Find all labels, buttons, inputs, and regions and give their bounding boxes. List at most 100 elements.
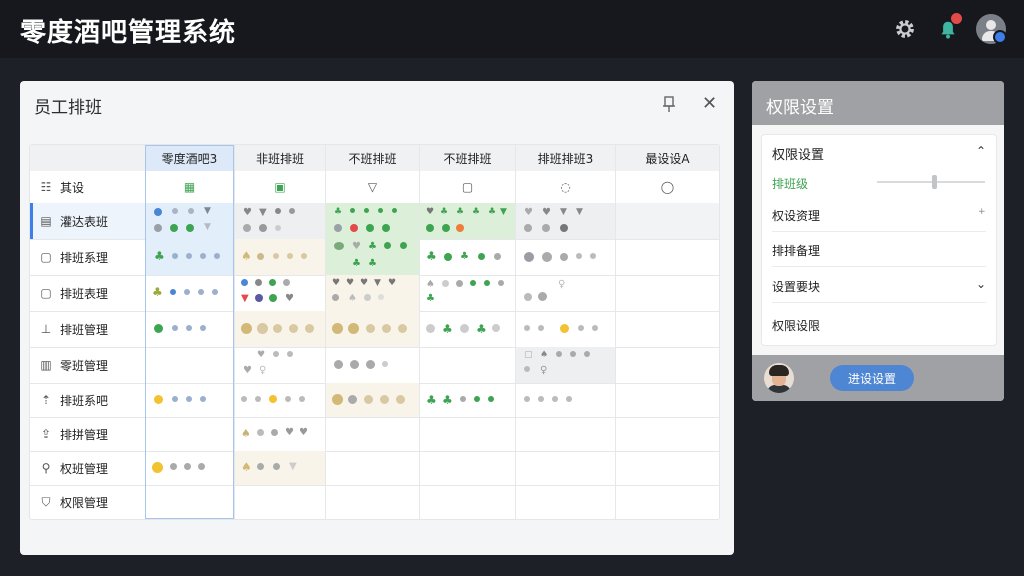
save-settings-button[interactable]: 进设设置: [830, 365, 914, 391]
schedule-cell[interactable]: [515, 383, 615, 417]
schedule-cell[interactable]: ♣: [145, 275, 234, 311]
schedule-cell[interactable]: [615, 311, 719, 347]
slider-handle[interactable]: [932, 175, 937, 189]
schedule-cell[interactable]: ♠: [234, 239, 325, 275]
row-label[interactable]: ▤ 灌达表班: [30, 203, 148, 239]
row-label[interactable]: ▥ 零班管理: [30, 347, 145, 383]
user-avatar-icon[interactable]: [976, 14, 1007, 44]
schedule-cell[interactable]: [515, 311, 615, 347]
schedule-cell[interactable]: [515, 485, 615, 519]
card-title: 权限设置: [772, 148, 825, 163]
close-icon[interactable]: ✕: [702, 93, 717, 114]
chevron-up-icon[interactable]: ⌃: [976, 144, 986, 158]
schedule-cell[interactable]: [515, 239, 615, 275]
slider-track[interactable]: [877, 181, 985, 183]
schedule-cell[interactable]: ♥ ♣ ♣ ♣ ♣ ▼: [419, 203, 515, 239]
document-icon: ▤: [40, 214, 52, 228]
table-row: ▤ 灌达表班 ▼ ▼ ♥ ▼ ♣ ♥ ♣ ♣ ♣ ♣ ▼ ♥ ♥ ▼ ▼: [30, 203, 719, 240]
schedule-cell[interactable]: ♥ ♣ ♣ ♣: [325, 239, 419, 275]
setting-item[interactable]: 排排备理: [772, 242, 820, 259]
row-label[interactable]: ☷ 其设: [30, 171, 145, 203]
upload-icon: ⇡: [40, 393, 52, 407]
setting-item[interactable]: 排班级: [772, 175, 808, 192]
schedule-cell[interactable]: [615, 275, 719, 311]
schedule-cell[interactable]: [145, 485, 234, 519]
row-label[interactable]: ▢ 排班表理: [30, 275, 145, 311]
row-label[interactable]: ⛉ 权限管理: [30, 485, 145, 519]
schedule-cell[interactable]: [615, 417, 719, 451]
schedule-cell[interactable]: [615, 203, 719, 239]
column-header[interactable]: 非班排班: [234, 145, 325, 171]
chevron-down-icon[interactable]: ⌄: [976, 277, 986, 291]
schedule-cell[interactable]: [325, 417, 419, 451]
schedule-cell[interactable]: [615, 485, 719, 519]
schedule-cell[interactable]: ♣: [325, 203, 419, 239]
schedule-cell[interactable]: ▼ ▼: [145, 203, 234, 239]
schedule-cell[interactable]: [615, 347, 719, 383]
schedule-cell[interactable]: ♠ ♥ ♥: [234, 417, 325, 451]
comment-icon[interactable]: ◯: [615, 171, 719, 203]
schedule-cell[interactable]: ♣ ♣: [419, 383, 515, 417]
schedule-cell[interactable]: ♀: [515, 275, 615, 311]
schedule-cell[interactable]: [234, 311, 325, 347]
setting-item[interactable]: 权限设限: [772, 317, 820, 334]
permission-settings-panel: 权限设置 权限设置 ⌃ 排班级 权设资理 + 排排备理 设置要块 ⌄ 权限设限 …: [752, 81, 1004, 401]
schedule-cell[interactable]: [515, 417, 615, 451]
schedule-cell[interactable]: ♣: [145, 239, 234, 275]
schedule-cell[interactable]: [325, 383, 419, 417]
settings-header: 权限设置: [752, 81, 1004, 125]
schedule-cell[interactable]: [419, 485, 515, 519]
plus-icon[interactable]: +: [978, 207, 986, 217]
row-label[interactable]: ▢ 排班系理: [30, 239, 145, 275]
schedule-cell[interactable]: [325, 347, 419, 383]
schedule-cell[interactable]: [325, 311, 419, 347]
schedule-cell[interactable]: [145, 417, 234, 451]
schedule-cell[interactable]: ♥ ♥ ▼ ▼: [515, 203, 615, 239]
user-avatar[interactable]: [764, 363, 794, 393]
schedule-cell[interactable]: ♠ ♣: [419, 275, 515, 311]
schedule-cell[interactable]: ♣ ♣: [419, 239, 515, 275]
schedule-cell[interactable]: ♣ ♣: [419, 311, 515, 347]
column-header[interactable]: 零度酒吧3: [145, 145, 234, 171]
chat-icon[interactable]: ▢: [419, 171, 515, 203]
column-header[interactable]: 最设设A: [615, 145, 719, 171]
schedule-cell[interactable]: ▢ ♠ ♀: [515, 347, 615, 383]
row-label[interactable]: ⚲ 权班管理: [30, 451, 145, 485]
column-header[interactable]: 不班排班: [325, 145, 419, 171]
schedule-cell[interactable]: ♥ ♥ ♥ ▼ ♥ ♠: [325, 275, 419, 311]
table-row: ▢ 排班系理 ♣ ♠ ♥ ♣ ♣ ♣ ♣ ♣: [30, 239, 719, 276]
setting-item[interactable]: 设置要块: [772, 278, 820, 295]
schedule-cell[interactable]: ♠ ▼: [234, 451, 325, 485]
schedule-cell[interactable]: [145, 383, 234, 417]
pin-icon[interactable]: [661, 95, 677, 113]
schedule-cell[interactable]: [145, 451, 234, 485]
bell-icon[interactable]: [935, 12, 963, 42]
row-label[interactable]: ⊥ 排班管理: [30, 311, 145, 347]
row-label[interactable]: ⇡ 排班系吧: [30, 383, 145, 417]
monitor-icon[interactable]: ▽: [325, 171, 419, 203]
schedule-cell[interactable]: [325, 451, 419, 485]
schedule-cell[interactable]: [615, 239, 719, 275]
schedule-cell[interactable]: [515, 451, 615, 485]
schedule-cell[interactable]: [615, 451, 719, 485]
tag-icon[interactable]: ◌: [515, 171, 615, 203]
schedule-cell[interactable]: [419, 417, 515, 451]
schedule-cell[interactable]: [234, 485, 325, 519]
schedule-cell[interactable]: [419, 347, 515, 383]
schedule-cell[interactable]: [325, 485, 419, 519]
schedule-cell[interactable]: ♥ ▼: [234, 203, 325, 239]
setting-item[interactable]: 权设资理: [772, 207, 820, 224]
schedule-cell[interactable]: ♥ ♥ ♀: [234, 347, 325, 383]
column-header[interactable]: 不班排班: [419, 145, 515, 171]
schedule-cell[interactable]: [419, 451, 515, 485]
schedule-cell[interactable]: [145, 311, 234, 347]
row-label[interactable]: ⇪ 排拼管理: [30, 417, 145, 451]
image-icon[interactable]: ▣: [234, 171, 325, 203]
calendar-icon[interactable]: ▦: [145, 171, 234, 203]
schedule-cell[interactable]: ▼ ♥: [234, 275, 325, 311]
schedule-cell[interactable]: [234, 383, 325, 417]
column-header[interactable]: 排班排班3: [515, 145, 615, 171]
schedule-cell[interactable]: [615, 383, 719, 417]
gear-icon[interactable]: [892, 16, 918, 42]
schedule-cell[interactable]: [145, 347, 234, 383]
